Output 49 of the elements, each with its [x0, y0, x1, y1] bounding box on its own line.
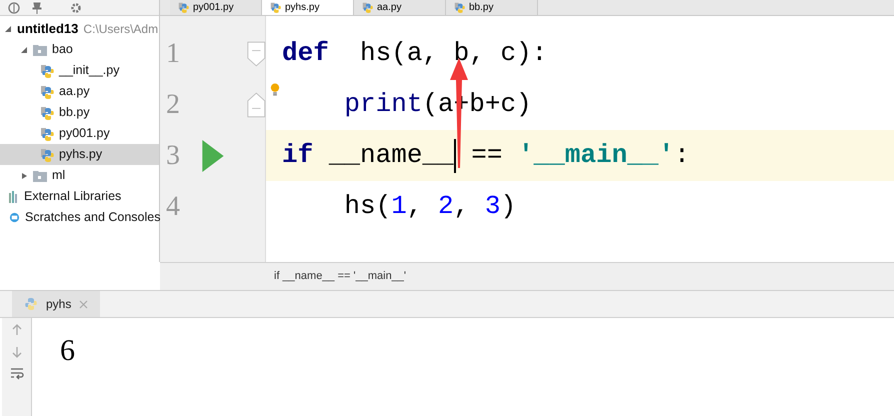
- python-file-icon: [270, 2, 281, 13]
- editor-tab[interactable]: aa.py: [354, 0, 446, 15]
- tree-item[interactable]: __init__.py: [0, 60, 159, 81]
- project-root[interactable]: untitled13 C:\Users\Adm: [0, 18, 159, 39]
- lightbulb-icon[interactable]: [270, 83, 280, 96]
- python-file-icon: [40, 148, 54, 162]
- expanded-arrow-icon[interactable]: [4, 24, 12, 32]
- python-file-icon: [40, 126, 54, 140]
- tree-item[interactable]: bb.py: [0, 102, 159, 123]
- folder-icon: [33, 44, 47, 56]
- tree-item[interactable]: bao: [0, 39, 159, 60]
- line-number: 2: [166, 88, 181, 122]
- python-file-icon: [178, 2, 189, 13]
- soft-wrap-icon[interactable]: [10, 368, 24, 380]
- python-icon: [24, 297, 38, 311]
- up-arrow-icon[interactable]: [12, 324, 22, 336]
- collapsed-arrow-icon[interactable]: [20, 172, 28, 180]
- python-file-icon: [454, 2, 465, 13]
- run-icon[interactable]: [202, 140, 224, 172]
- editor-tab[interactable]: bb.py: [446, 0, 538, 15]
- line-number: 1: [166, 36, 181, 70]
- tree-item[interactable]: aa.py: [0, 81, 159, 102]
- tree-item[interactable]: External Libraries: [0, 186, 159, 207]
- code-line: if __name__ == '__main__':: [282, 136, 690, 175]
- run-tab[interactable]: pyhs: [12, 291, 100, 317]
- down-arrow-icon[interactable]: [12, 346, 22, 358]
- python-file-icon: [40, 64, 54, 78]
- target-icon[interactable]: [8, 2, 20, 14]
- tree-item[interactable]: Scratches and Consoles: [0, 207, 159, 228]
- python-file-icon: [40, 106, 54, 120]
- editor-tab[interactable]: pyhs.py: [262, 0, 354, 15]
- line-number: 3: [166, 138, 181, 172]
- python-file-icon: [362, 2, 373, 13]
- code-line: def hs(a, b, c):: [282, 37, 548, 70]
- console-output: 6: [60, 334, 75, 367]
- tree-item[interactable]: ml: [0, 165, 159, 186]
- pin-icon[interactable]: [32, 2, 42, 14]
- folder-icon: [33, 170, 47, 182]
- tree-item[interactable]: py001.py: [0, 123, 159, 144]
- expanded-arrow-icon[interactable]: [20, 46, 28, 54]
- bars-icon: [9, 190, 19, 202]
- code-line: hs(1, 2, 3): [343, 190, 516, 223]
- settings-icon[interactable]: [70, 2, 82, 14]
- breadcrumb[interactable]: if __name__ == '__main__': [274, 268, 406, 285]
- tree-item[interactable]: pyhs.py: [0, 144, 159, 165]
- python-file-icon: [40, 84, 54, 98]
- line-number: 4: [166, 190, 181, 224]
- editor-tab[interactable]: py001.py: [170, 0, 262, 15]
- scratch-icon: [9, 212, 20, 223]
